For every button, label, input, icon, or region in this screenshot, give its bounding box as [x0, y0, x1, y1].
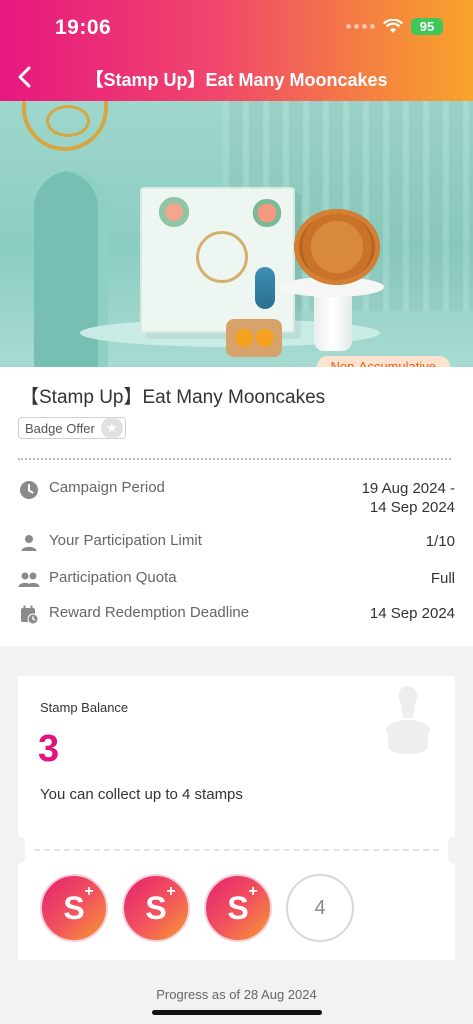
clock-icon — [18, 479, 40, 501]
battery-indicator: 95 — [411, 18, 443, 35]
campaign-info-panel: 【Stamp Up】Eat Many Mooncakes Badge Offer… — [0, 367, 473, 646]
stamp-empty-slot: 4 — [286, 874, 354, 942]
stamp-balance-label: Stamp Balance — [40, 700, 129, 715]
stamp-seal-icon — [386, 686, 430, 754]
status-time: 19:06 — [55, 16, 112, 39]
people-icon — [18, 569, 40, 591]
stamp-collected: S + — [40, 874, 108, 942]
detail-value: 14 Sep 2024 — [369, 499, 455, 516]
mooncake-gift-box — [140, 187, 295, 333]
non-accumulative-tag: Non-Accumulative — [316, 356, 450, 367]
stamp-collected: S + — [122, 874, 190, 942]
detail-value: 19 Aug 2024 - — [361, 480, 455, 497]
mooncake — [294, 209, 380, 285]
stamp-collect-note: You can collect up to 4 stamps — [40, 786, 243, 803]
detail-label: Your Participation Limit — [49, 532, 202, 549]
star-icon: ★ — [100, 417, 123, 439]
detail-label: Campaign Period — [49, 479, 165, 496]
divider — [18, 458, 451, 460]
detail-value: 14 Sep 2024 — [369, 605, 455, 622]
progress-note: Progress as of 28 Aug 2024 — [156, 987, 317, 1002]
detail-label: Reward Redemption Deadline — [49, 604, 250, 621]
lattice-ornament — [22, 101, 108, 151]
detail-row-redemption-deadline: Reward Redemption Deadline 14 Sep 2024 — [18, 604, 455, 626]
divider — [34, 849, 439, 851]
stamp-collected: S + — [204, 874, 272, 942]
stamp-card: Stamp Balance 3 You can collect up to 4 … — [11, 676, 462, 965]
badge-offer-label: Badge Offer — [25, 420, 95, 436]
wifi-icon — [383, 19, 403, 33]
stamp-balance-value: 3 — [38, 728, 60, 770]
detail-row-campaign-period: Campaign Period 19 Aug 2024 - 14 Sep 202… — [18, 479, 455, 517]
page-title: 【Stamp Up】Eat Many Mooncakes — [85, 70, 388, 90]
status-icons: 95 — [346, 18, 443, 35]
detail-label: Participation Quota — [49, 569, 177, 586]
s-plus-stamp-icon: S + — [63, 883, 94, 926]
calendar-clock-icon — [18, 604, 40, 626]
s-plus-stamp-icon: S + — [227, 883, 258, 926]
cut-mooncake — [226, 319, 282, 357]
badge-offer-chip: Badge Offer ★ — [18, 417, 126, 439]
detail-value: Full — [430, 570, 455, 587]
header-bar: 19:06 95 【Stamp Up】Eat Many Mooncakes — [0, 0, 473, 101]
person-icon — [18, 532, 40, 554]
s-plus-stamp-icon: S + — [145, 883, 176, 926]
campaign-title: 【Stamp Up】Eat Many Mooncakes — [20, 387, 326, 408]
home-indicator — [152, 1010, 322, 1015]
detail-row-participation-limit: Your Participation Limit 1/10 — [18, 532, 455, 554]
detail-row-participation-quota: Participation Quota Full — [18, 569, 455, 591]
detail-value: 1/10 — [425, 533, 455, 550]
campaign-banner-image: Non-Accumulative — [0, 101, 473, 367]
signal-icon — [346, 24, 375, 29]
stamp-slots: S + S + S + 4 — [40, 874, 354, 942]
